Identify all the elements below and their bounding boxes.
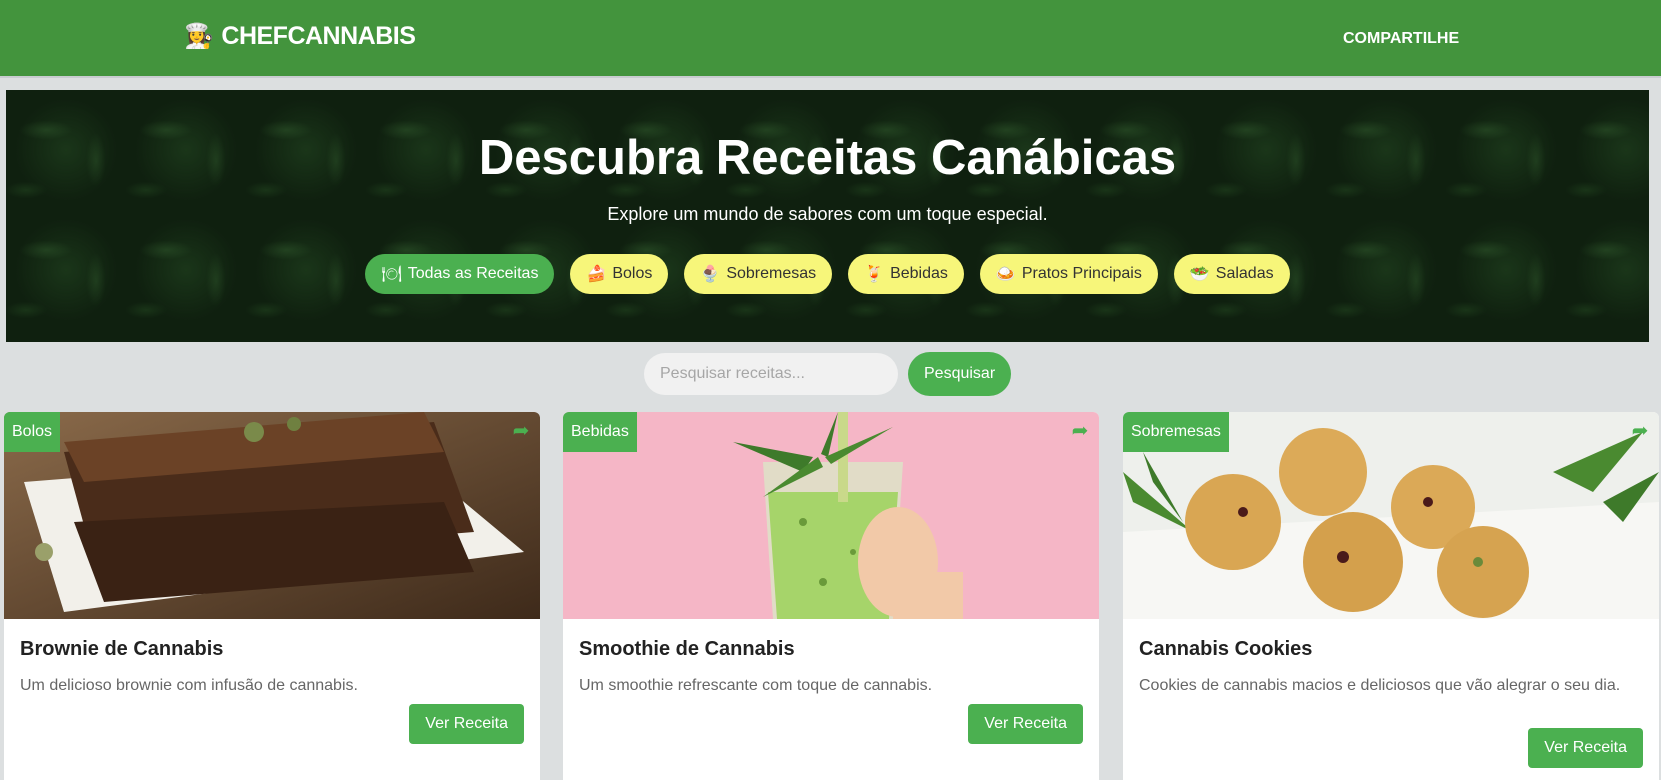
share-icon[interactable]: ➦ [1629, 420, 1651, 442]
recipe-card: Bebidas ➦ Smoothie de Cannabis Um smooth… [563, 412, 1099, 780]
hero-title: Descubra Receitas Canábicas [478, 131, 1177, 185]
recipe-description: Cookies de cannabis macios e deliciosos … [1139, 677, 1621, 694]
category-sobremesas[interactable]: 🍨 Sobremesas [684, 254, 833, 294]
category-label: Saladas [1215, 265, 1274, 282]
salad-icon: 🥗 [1189, 266, 1210, 283]
category-tag: Bolos [4, 412, 61, 452]
category-all-recipes[interactable]: 🍽 Todas as Receitas [365, 254, 555, 294]
category-label: Pratos Principais [1021, 265, 1142, 282]
recipe-title: Smoothie de Cannabis [579, 638, 795, 660]
recipe-title: Brownie de Cannabis [20, 638, 224, 660]
category-bebidas[interactable]: 🍹 Bebidas [848, 254, 964, 294]
recipe-title: Cannabis Cookies [1139, 638, 1313, 660]
category-label: Bebidas [890, 265, 948, 282]
category-label: Todas as Receitas [407, 265, 539, 282]
category-tag: Sobremesas [1123, 412, 1229, 452]
recipe-description: Um delicioso brownie com infusão de cann… [20, 677, 358, 694]
hero-banner: Descubra Receitas Canábicas Explore um m… [6, 90, 1649, 342]
search-button[interactable]: Pesquisar [908, 352, 1012, 396]
category-tag: Bebidas [563, 412, 637, 452]
plate-icon: 🍽 [381, 266, 402, 283]
dessert-icon: 🍨 [700, 266, 721, 283]
recipe-card: Sobremesas ➦ Cannabis Cookies Cookies de… [1123, 412, 1659, 780]
search-input[interactable] [644, 353, 898, 395]
brand-name: CHEFCANNABIS [221, 22, 416, 50]
category-label: Sobremesas [726, 265, 817, 282]
recipe-description: Um smoothie refrescante com toque de can… [579, 677, 933, 694]
category-bolos[interactable]: 🍰 Bolos [570, 254, 669, 294]
category-label: Bolos [612, 265, 653, 282]
brownie-photo[interactable] [4, 412, 540, 619]
green-smoothie-photo[interactable] [563, 412, 1099, 619]
chef-icon: 👩‍🍳 [184, 22, 214, 50]
share-icon[interactable]: ➦ [510, 420, 532, 442]
cake-icon: 🍰 [586, 266, 607, 283]
share-link[interactable]: COMPARTILHE [1343, 30, 1459, 48]
category-filters: 🍽 Todas as Receitas 🍰 Bolos 🍨 Sobremesas… [6, 254, 1649, 294]
brand-logo[interactable]: 👩‍🍳 CHEFCANNABIS [184, 22, 416, 51]
top-navbar: 👩‍🍳 CHEFCANNABIS COMPARTILHE [0, 0, 1661, 78]
category-saladas[interactable]: 🥗 Saladas [1173, 254, 1290, 294]
dish-icon: 🍛 [995, 266, 1016, 283]
share-icon[interactable]: ➦ [1069, 420, 1091, 442]
recipe-card: Bolos ➦ Brownie de Cannabis Um delicioso… [4, 412, 540, 780]
view-recipe-button[interactable]: Ver Receita [1528, 728, 1643, 768]
search-bar: Pesquisar [644, 352, 1012, 396]
view-recipe-button[interactable]: Ver Receita [409, 704, 524, 744]
category-pratos-principais[interactable]: 🍛 Pratos Principais [979, 254, 1158, 294]
hero-subtitle: Explore um mundo de sabores com um toque… [607, 204, 1048, 224]
drink-icon: 🍹 [864, 266, 885, 283]
view-recipe-button[interactable]: Ver Receita [968, 704, 1083, 744]
